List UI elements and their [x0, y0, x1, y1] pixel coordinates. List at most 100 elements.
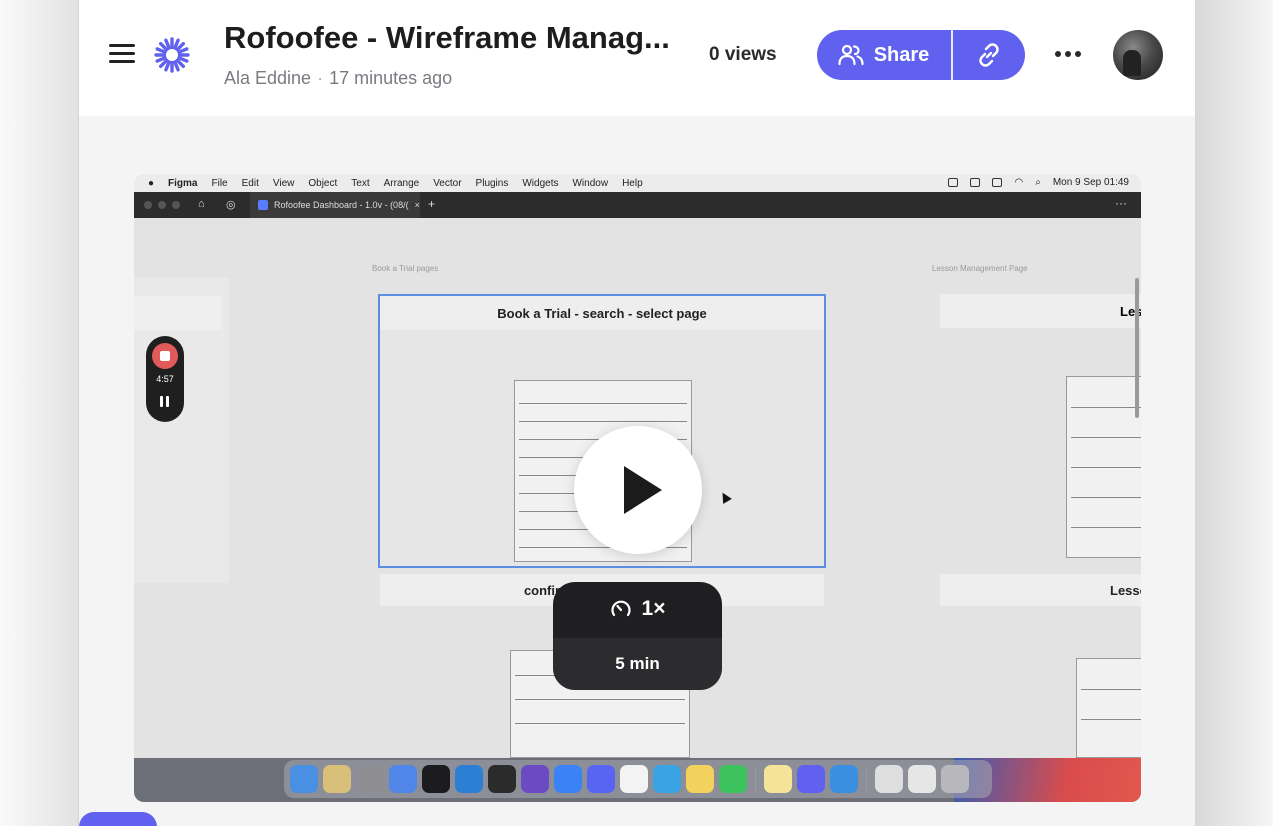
time-ago: 17 minutes ago [329, 68, 453, 88]
share-label: Share [873, 43, 930, 66]
canvas-scrollbar [1135, 278, 1139, 418]
mac-menubar: ● Figma File Edit View Object Text Arran… [134, 174, 1141, 192]
devtools-icon [521, 765, 549, 793]
figma-tab: Rofoofee Dashboard - 1.0v - (08/( × [250, 192, 420, 218]
figma-tab-title: Rofoofee Dashboard - 1.0v - (08/( [274, 200, 409, 210]
xcode-icon [554, 765, 582, 793]
frame-caption: Lessc [940, 574, 1141, 606]
menubar-item: Window [572, 177, 609, 189]
recording-timer: 4:57 [156, 374, 174, 384]
frame-right-header: Les [940, 294, 1141, 328]
menubar-item: Vector [433, 177, 462, 189]
settings-icon [356, 765, 384, 793]
recording-controls: 4:57 [146, 336, 184, 422]
terminal-icon [422, 765, 450, 793]
copy-link-button[interactable] [953, 30, 1025, 80]
more-horizontal-icon[interactable] [1055, 44, 1085, 64]
playback-info: 1× 5 min [553, 582, 722, 690]
link-icon [979, 43, 999, 67]
home-icon: ⌂ [198, 198, 205, 210]
add-tab-icon: + [428, 197, 436, 211]
apple-icon: ● [148, 177, 155, 189]
play-button[interactable] [574, 426, 702, 554]
discord-icon [587, 765, 615, 793]
wireframe-sketch [1076, 658, 1141, 758]
menubar-app-name: Figma [168, 177, 198, 189]
telegram-icon [653, 765, 681, 793]
document-icon [875, 765, 903, 793]
frame-left [134, 278, 229, 583]
dock-separator [755, 766, 756, 792]
safari-icon [830, 765, 858, 793]
window-control [158, 201, 166, 209]
gauge-icon [610, 600, 631, 617]
whatsapp-icon [719, 765, 747, 793]
menubar-status-area: ◠ ⌕ Mon 9 Sep 01:49 [948, 177, 1129, 188]
finder-icon [290, 765, 318, 793]
menubar-item: Text [351, 177, 370, 189]
video-page-card: Rofoofee - Wireframe Manag... Ala Eddine… [78, 0, 1196, 826]
window-control [144, 201, 152, 209]
frame-title: Book a Trial - search - select page [380, 296, 824, 330]
avatar[interactable] [1113, 30, 1163, 80]
video-meta: Ala Eddine · 17 minutes ago [224, 68, 452, 89]
close-icon: × [414, 200, 420, 210]
menubar-item: Edit [241, 177, 259, 189]
system-icon [970, 178, 981, 187]
wireframe-sketch [1066, 376, 1141, 558]
frame-header [134, 296, 222, 330]
chrome-icon [389, 765, 417, 793]
menubar-item: View [272, 177, 295, 189]
menubar-item: Object [308, 177, 338, 189]
mac-dock-area [134, 758, 1141, 802]
menubar-item: Widgets [522, 177, 559, 189]
figma-icon [488, 765, 516, 793]
share-button-group: Share [817, 30, 1025, 80]
vscode-icon [455, 765, 483, 793]
menubar-item: Help [622, 177, 643, 189]
wifi-icon: ◠ [1014, 177, 1024, 188]
frame-label: Book a Trial pages [372, 264, 439, 273]
loom-logo-icon [797, 765, 825, 793]
screenshot-icon [908, 765, 936, 793]
page-backdrop-right [1196, 0, 1273, 826]
frame-label: Lesson Management Page [932, 264, 1028, 273]
figma-tab-bar: ⌂ ◎ Rofoofee Dashboard - 1.0v - (08/( × … [134, 192, 1141, 218]
launchpad-icon [323, 765, 351, 793]
trash-icon [941, 765, 969, 793]
menubar-item: File [211, 177, 228, 189]
playback-speed-button[interactable]: 1× [553, 582, 722, 636]
notes-icon [686, 765, 714, 793]
help-button[interactable] [79, 812, 157, 826]
mac-dock [284, 760, 992, 798]
meta-separator: · [317, 68, 324, 88]
stop-recording-button [152, 343, 178, 369]
views-count[interactable]: 0 views [709, 44, 777, 66]
users-icon [838, 44, 864, 66]
menubar-item: Plugins [475, 177, 509, 189]
loom-logo-icon[interactable] [154, 37, 190, 73]
battery-icon [992, 178, 1003, 187]
hamburger-icon[interactable] [109, 44, 135, 64]
share-button[interactable]: Share [817, 30, 950, 80]
more-horizontal-icon: ··· [1115, 196, 1127, 210]
pause-icon [160, 396, 170, 408]
video-player[interactable]: ● Figma File Edit View Object Text Arran… [134, 174, 1141, 802]
system-icon [948, 178, 959, 187]
playback-speed: 1× [641, 597, 666, 620]
menubar-clock: Mon 9 Sep 01:49 [1052, 177, 1129, 188]
video-duration: 5 min [553, 638, 722, 690]
globe-icon: ◎ [226, 199, 236, 211]
stickies-icon [764, 765, 792, 793]
page-backdrop-left [0, 0, 78, 826]
dock-separator [866, 766, 867, 792]
play-icon [624, 466, 662, 514]
calendar-icon [620, 765, 648, 793]
author-name[interactable]: Ala Eddine [224, 68, 311, 88]
page-header: Rofoofee - Wireframe Manag... Ala Eddine… [79, 0, 1195, 116]
search-icon: ⌕ [1035, 177, 1041, 188]
menubar-item: Arrange [383, 177, 420, 189]
window-control [172, 201, 180, 209]
video-title[interactable]: Rofoofee - Wireframe Manag... [224, 20, 694, 56]
figma-file-icon [258, 200, 268, 210]
